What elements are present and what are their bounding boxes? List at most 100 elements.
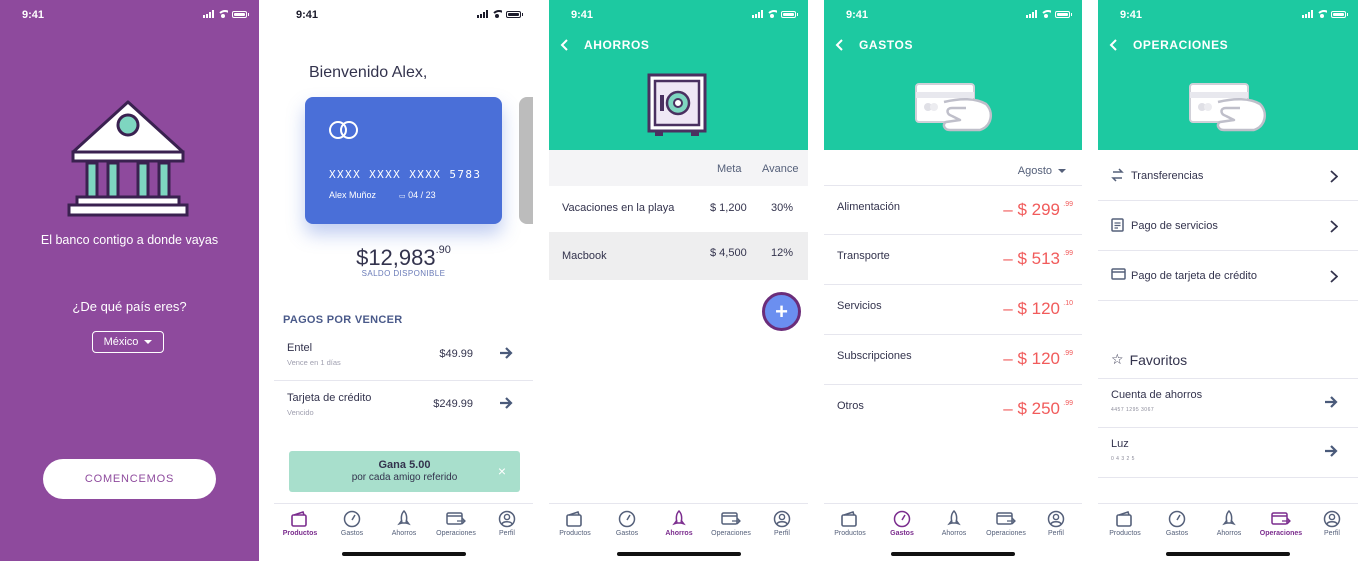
tab-perfil[interactable]: Perfil (756, 508, 808, 537)
card-expiry-value: 04 / 23 (408, 190, 436, 200)
tab-operaciones[interactable]: Operaciones (430, 508, 482, 537)
tab-operaciones[interactable]: Operaciones (1255, 508, 1307, 537)
expense-cents: .99 (1063, 400, 1073, 407)
tab-ahorros[interactable]: Ahorros (653, 508, 705, 537)
balance-label: SALDO DISPONIBLE (361, 269, 446, 278)
expense-label: Servicios (837, 300, 882, 312)
card-brand-icon (329, 121, 361, 139)
tab-perfil[interactable]: Perfil (481, 508, 533, 537)
operation-transferencias[interactable]: Transferencias (1098, 151, 1358, 201)
tab-productos[interactable]: Productos (824, 508, 876, 537)
operation-pago-servicios[interactable]: Pago de servicios (1098, 201, 1358, 251)
month-select[interactable]: Agosto (1018, 165, 1066, 177)
home-indicator (1166, 552, 1290, 556)
rocket-icon (672, 510, 686, 526)
next-card-peek[interactable] (519, 97, 533, 224)
savings-row[interactable]: Macbook $ 4,500 12% (549, 232, 808, 280)
column-progress: Avance (762, 163, 799, 175)
referral-banner[interactable]: Gana 5.00 por cada amigo referido × (289, 451, 520, 492)
savings-progress: 12% (771, 247, 794, 259)
tab-ahorros[interactable]: Ahorros (928, 508, 980, 537)
payment-name: Entel (287, 342, 313, 354)
back-icon[interactable] (1108, 39, 1118, 51)
column-goal: Meta (717, 163, 742, 175)
arrow-right-icon[interactable] (499, 397, 513, 409)
back-icon[interactable] (834, 39, 844, 51)
payment-amount: $249.99 (433, 398, 473, 410)
tab-gastos[interactable]: Gastos (876, 508, 928, 537)
wifi-icon (1041, 10, 1051, 18)
savings-table-header: Meta Avance (549, 150, 808, 186)
expense-row[interactable]: Otros – $ 250 .99 (824, 384, 1082, 433)
page-title: OPERACIONES (1133, 38, 1229, 52)
expense-value: – $ 250 (1003, 399, 1060, 418)
payment-row[interactable]: Entel Vence en 1 días $49.99 (274, 332, 533, 381)
expense-value: – $ 513 (1003, 249, 1060, 268)
operations-screen: 9:41 OPERACIONES Transferencias Pago de … (1098, 0, 1358, 561)
country-select[interactable]: México (92, 331, 164, 353)
signal-icon (1026, 10, 1037, 18)
payment-row[interactable]: Tarjeta de crédito Vencido $249.99 (274, 382, 533, 431)
tab-perfil[interactable]: Perfil (1030, 508, 1082, 537)
user-icon (1047, 510, 1065, 528)
transfer-icon (1111, 168, 1124, 182)
favorite-account: 4457 1295 3067 (1111, 407, 1155, 413)
gauge-icon (618, 510, 636, 528)
tab-gastos[interactable]: Gastos (601, 508, 653, 537)
credit-card[interactable]: XXXX XXXX XXXX 5783 Alex Muñoz ▭ 04 / 23 (305, 97, 502, 224)
tab-operaciones[interactable]: Operaciones (705, 508, 757, 537)
favorite-item[interactable]: Luz 0 4 3 2 5 (1098, 428, 1358, 478)
wallet-icon (566, 511, 582, 527)
favorite-item[interactable]: Cuenta de ahorros 4457 1295 3067 (1098, 378, 1358, 428)
expense-row[interactable]: Servicios – $ 120 .10 (824, 284, 1082, 333)
add-savings-button[interactable]: + (762, 292, 801, 331)
favorites-title: ☆ Favoritos (1111, 351, 1187, 368)
referral-text: por cada amigo referido (351, 472, 458, 483)
tab-ahorros[interactable]: Ahorros (378, 508, 430, 537)
arrow-right-icon[interactable] (1324, 396, 1338, 408)
tab-label: Productos (834, 530, 866, 537)
tab-ahorros[interactable]: Ahorros (1203, 508, 1255, 537)
arrow-right-icon[interactable] (499, 347, 513, 359)
tab-productos[interactable]: Productos (1099, 508, 1151, 537)
close-icon[interactable]: × (498, 463, 506, 479)
document-icon (1111, 218, 1124, 232)
gauge-icon (1168, 510, 1186, 528)
status-bar: 9:41 (1098, 9, 1358, 23)
tab-productos[interactable]: Productos (274, 508, 326, 537)
tab-operaciones[interactable]: Operaciones (980, 508, 1032, 537)
savings-name: Macbook (562, 250, 607, 262)
user-icon (498, 510, 516, 528)
favorite-account: 0 4 3 2 5 (1111, 456, 1135, 462)
operation-pago-tarjeta[interactable]: Pago de tarjeta de crédito (1098, 251, 1358, 301)
tab-label: Gastos (890, 530, 914, 537)
transfer-card-icon (1271, 512, 1291, 525)
bank-icon (67, 100, 189, 217)
tab-gastos[interactable]: Gastos (326, 508, 378, 537)
balance-cents: .90 (435, 244, 451, 256)
expense-row[interactable]: Subscripciones – $ 120 .99 (824, 334, 1082, 383)
tab-label: Perfil (774, 530, 790, 537)
operation-label: Transferencias (1131, 170, 1204, 182)
transfer-card-icon (721, 512, 741, 525)
savings-goal: $ 1,200 (710, 202, 747, 214)
status-bar: 9:41 (0, 9, 259, 23)
battery-icon (781, 10, 798, 18)
savings-row[interactable]: Vacaciones en la playa $ 1,200 30% (549, 186, 808, 234)
status-time: 9:41 (846, 9, 869, 21)
expense-row[interactable]: Alimentación – $ 299 .99 (824, 185, 1082, 234)
tab-productos[interactable]: Productos (549, 508, 601, 537)
payment-due: Vencido (287, 408, 314, 417)
arrow-right-icon[interactable] (1324, 445, 1338, 457)
status-time: 9:41 (22, 9, 45, 21)
transfer-card-icon (446, 512, 466, 525)
tab-label: Productos (559, 530, 591, 537)
month-value: Agosto (1017, 165, 1052, 177)
welcome-screen: 9:41 El banco contigo a donde vayas ¿De … (0, 0, 259, 561)
tab-gastos[interactable]: Gastos (1151, 508, 1203, 537)
wifi-icon (1317, 10, 1327, 18)
expense-row[interactable]: Transporte – $ 513 .99 (824, 234, 1082, 283)
back-icon[interactable] (559, 39, 569, 51)
tab-perfil[interactable]: Perfil (1306, 508, 1358, 537)
start-button[interactable]: COMENCEMOS (43, 459, 216, 499)
